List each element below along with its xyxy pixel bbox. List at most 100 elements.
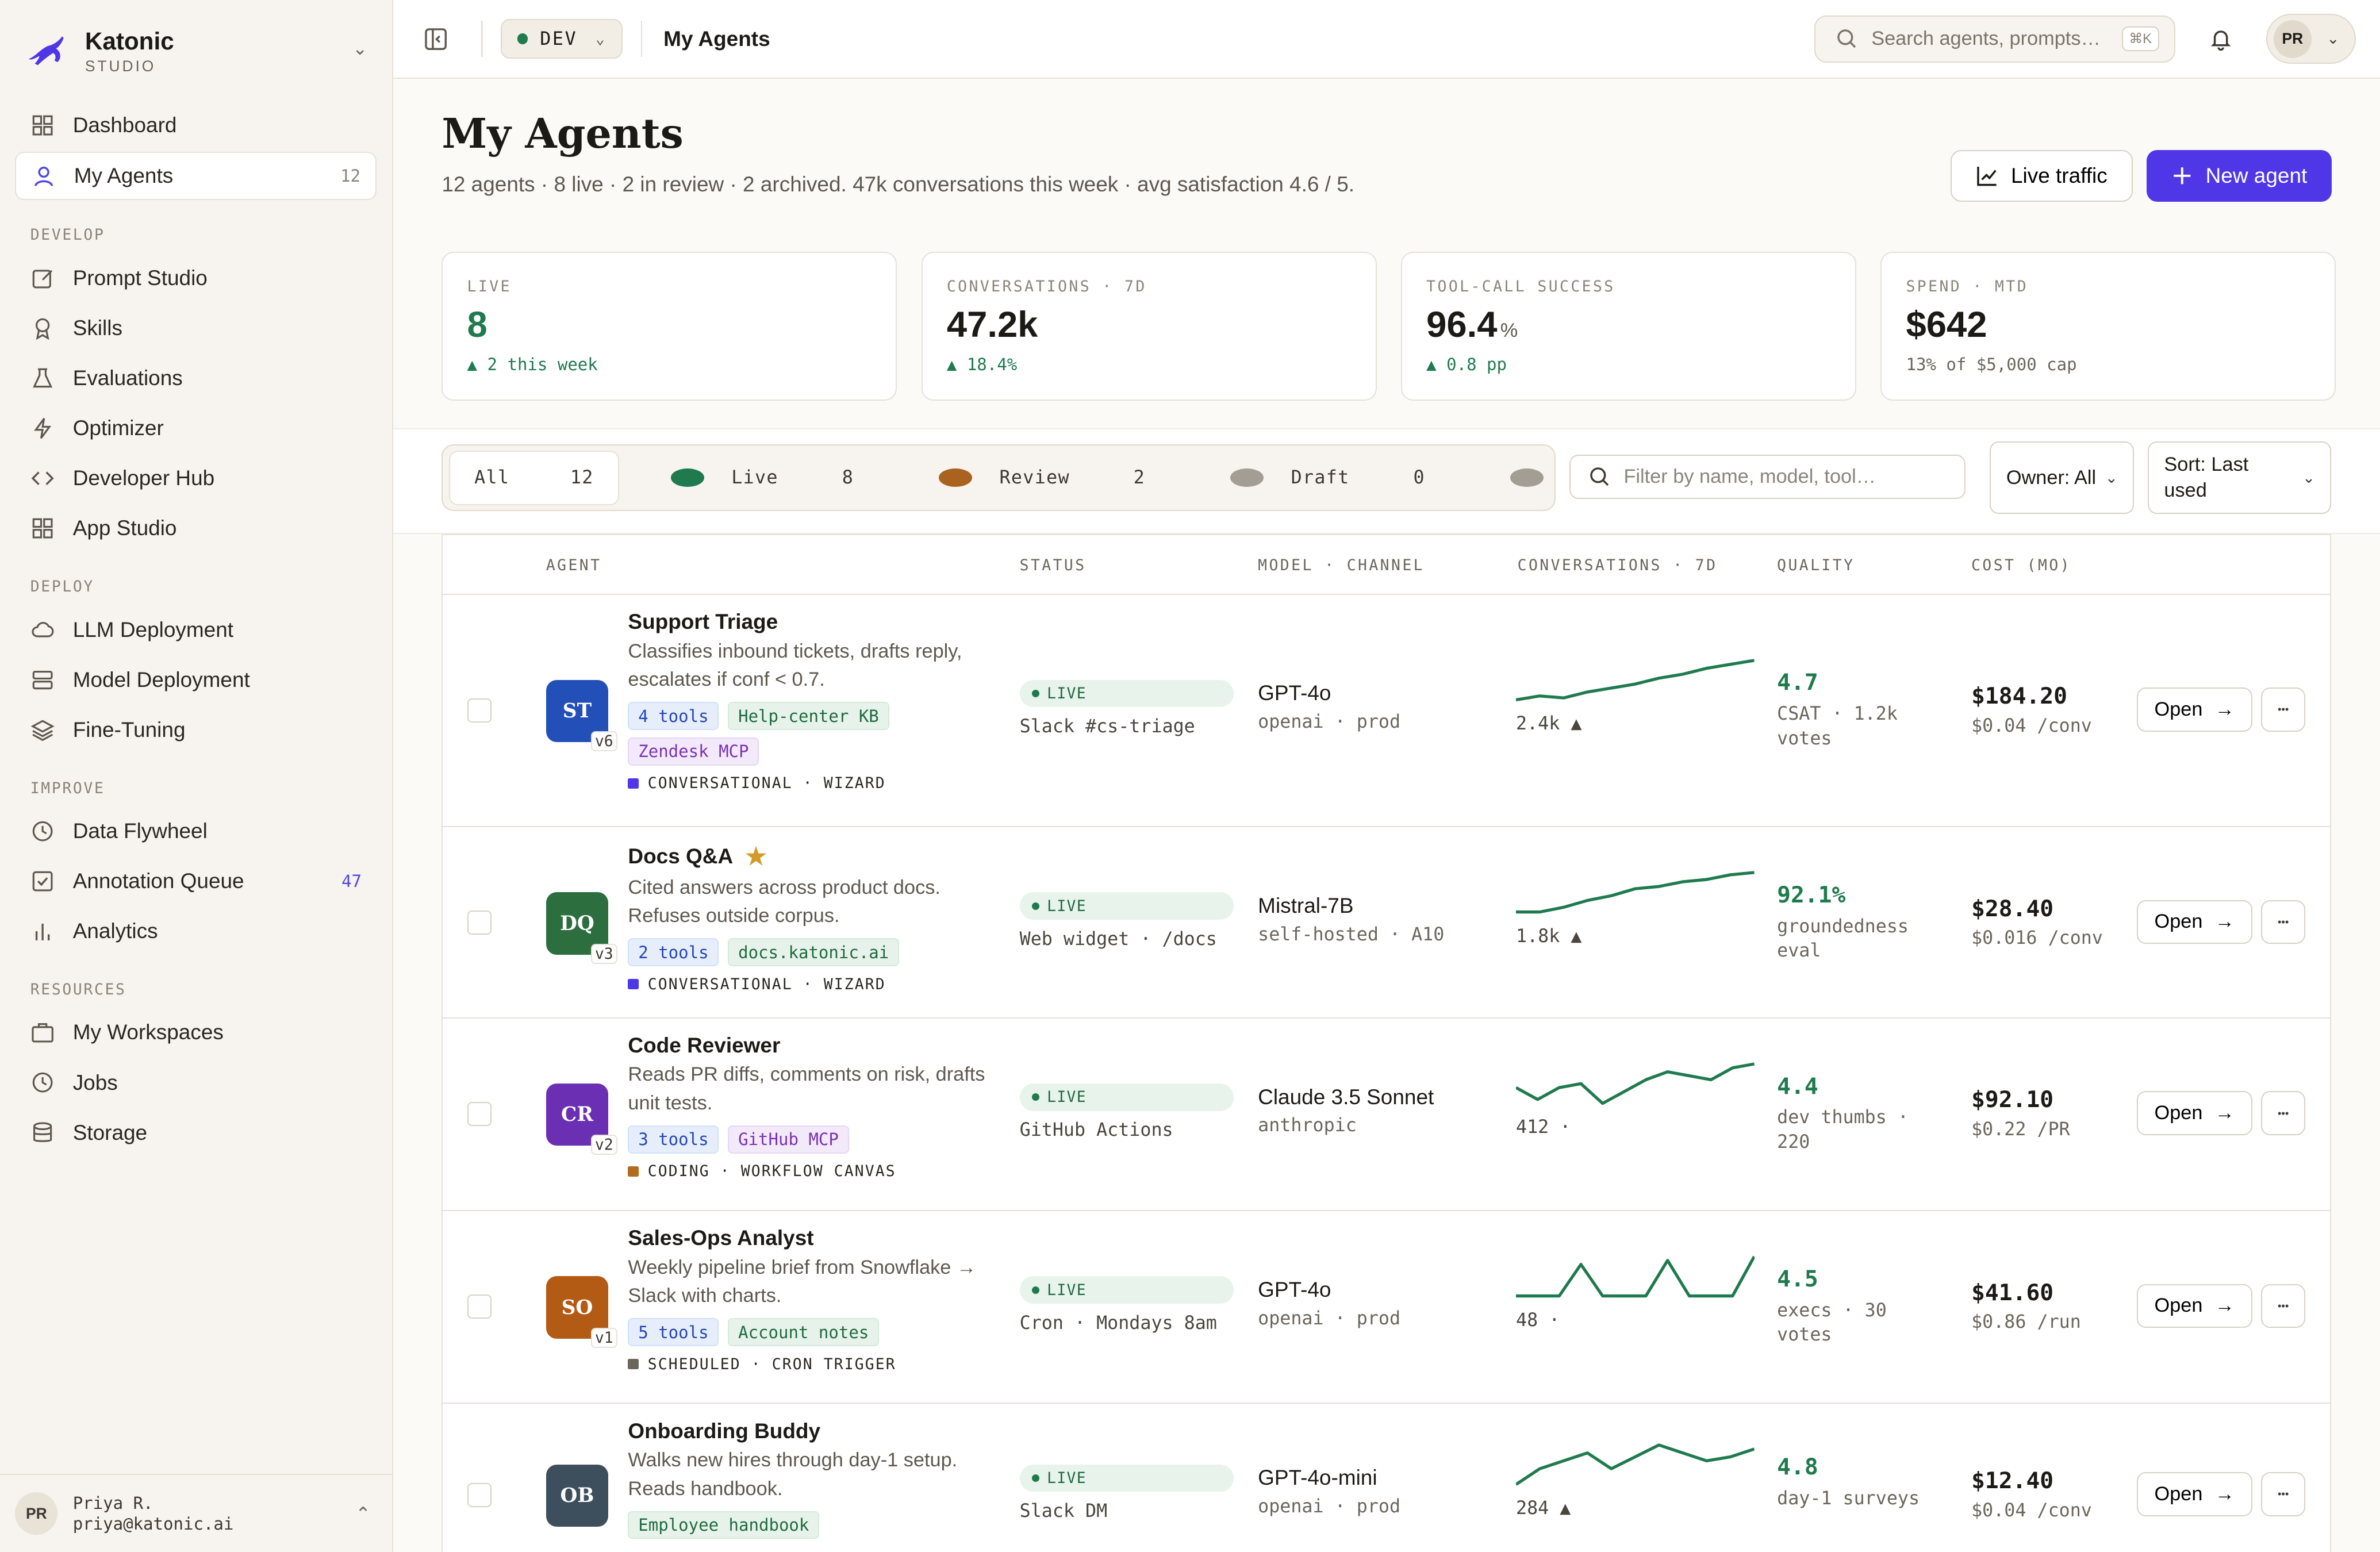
live-traffic-button[interactable]: Live traffic: [1951, 150, 2133, 202]
bolt-icon: [30, 416, 55, 440]
status-filter-draft[interactable]: Draft 0: [1169, 451, 1449, 505]
row-checkbox[interactable]: [467, 1101, 492, 1127]
status-filter-review[interactable]: Review 2: [878, 451, 1169, 505]
sidebar-item-data-flywheel[interactable]: Data Flywheel: [15, 806, 377, 856]
arrow-right-icon: →: [2214, 1102, 2235, 1124]
model-channel: GPT-4o openai · prod: [1258, 1278, 1400, 1329]
open-button[interactable]: Open →: [2136, 1091, 2252, 1135]
column-header-cost[interactable]: COST (MO): [1971, 556, 2071, 574]
more-options-button[interactable]: •••: [2261, 687, 2305, 732]
stat-delta: ▲ 0.8 pp: [1426, 355, 1507, 375]
sidebar-item-my-workspaces[interactable]: My Workspaces: [15, 1008, 377, 1058]
model-name: Claude 3.5 Sonnet: [1258, 1085, 1434, 1109]
bell-icon[interactable]: [2209, 27, 2233, 51]
star-icon[interactable]: ★: [745, 842, 767, 870]
owner-dropdown[interactable]: Owner: All ⌄: [1990, 441, 2135, 514]
sidebar-item-fine-tuning[interactable]: Fine-Tuning: [15, 705, 377, 755]
agent-info: Support Triage Classifies inbound tickets…: [628, 610, 1007, 792]
sparkline-chart: [1516, 1440, 1755, 1489]
profile-menu[interactable]: PR ⌄: [2266, 14, 2356, 64]
sidebar-item-prompt-studio[interactable]: Prompt Studio: [15, 253, 377, 303]
global-search[interactable]: Search agents, prompts… ⌘K: [1814, 15, 2175, 63]
new-agent-button[interactable]: New agent: [2146, 150, 2332, 202]
table-row[interactable]: OB Onboarding Buddy Walks new hires throug…: [443, 1404, 2330, 1552]
row-checkbox[interactable]: [467, 1482, 492, 1507]
status-filter-arch[interactable]: Arch: [1449, 451, 1554, 505]
arrow-right-icon: →: [2214, 698, 2235, 720]
line-chart-icon: [1977, 167, 1997, 186]
ellipsis-icon: •••: [2277, 1488, 2289, 1500]
conversations-sparkline: 412 ·: [1516, 1059, 1755, 1138]
open-button[interactable]: Open →: [2136, 687, 2252, 732]
sidebar-toggle-icon[interactable]: [424, 27, 448, 51]
model-provider: self-hosted · A10: [1258, 924, 1445, 945]
sidebar-item-model-deployment[interactable]: Model Deployment: [15, 655, 377, 705]
stat-delta: ▲ 2 this week: [467, 355, 598, 375]
sort-dropdown[interactable]: Sort: Last used ⌄: [2148, 441, 2332, 514]
sparkline-chart: [1516, 1059, 1755, 1108]
sidebar-item-evaluations[interactable]: Evaluations: [15, 353, 377, 403]
agent-name-text: Sales-Ops Analyst: [628, 1226, 814, 1250]
open-button[interactable]: Open →: [2136, 900, 2252, 944]
sidebar-item-skills[interactable]: Skills: [15, 303, 377, 353]
agent-avatar: DQ v3: [546, 892, 617, 964]
workspace-switcher[interactable]: Katonic STUDIO ⌄: [0, 0, 392, 79]
agent-name[interactable]: Sales-Ops Analyst: [628, 1226, 1007, 1250]
chevron-down-icon: ⌄: [352, 37, 368, 59]
conversations-sparkline: 1.8k ▲: [1516, 868, 1755, 947]
row-checkbox[interactable]: [467, 911, 492, 935]
more-options-button[interactable]: •••: [2261, 1472, 2305, 1516]
filter-bar: All 12 Live 8 Review 2 Draft 0 Arch Filter by na…: [393, 428, 2380, 535]
quality-source: dev thumbs · 220: [1777, 1107, 1909, 1153]
row-checkbox[interactable]: [467, 698, 492, 723]
status-filter-live[interactable]: Live 8: [619, 451, 878, 505]
user-menu[interactable]: PR Priya R. priya@katonic.ai ⌃: [0, 1473, 392, 1552]
sidebar-item-dashboard[interactable]: Dashboard: [15, 100, 377, 150]
chevron-down-icon: ⌄: [2105, 468, 2118, 486]
more-options-button[interactable]: •••: [2261, 1091, 2305, 1135]
open-button[interactable]: Open →: [2136, 1472, 2252, 1516]
agent-name[interactable]: Support Triage: [628, 610, 1007, 634]
column-header-conversations[interactable]: CONVERSATIONS · 7D: [1518, 556, 1718, 574]
environment-selector[interactable]: DEV ⌄: [501, 19, 623, 59]
agent-name[interactable]: Docs Q&A ★: [628, 842, 1007, 870]
agent-name[interactable]: Onboarding Buddy: [628, 1419, 1007, 1443]
column-header-quality[interactable]: QUALITY: [1777, 556, 1855, 574]
live-traffic-label: Live traffic: [2010, 164, 2108, 188]
column-header-model[interactable]: MODEL · CHANNEL: [1258, 556, 1425, 574]
open-label: Open: [2154, 1102, 2203, 1124]
filter-input[interactable]: Filter by name, model, tool…: [1569, 455, 1966, 499]
sidebar-item-jobs[interactable]: Jobs: [15, 1058, 377, 1108]
sidebar-item-developer-hub[interactable]: Developer Hub: [15, 454, 377, 504]
sidebar-item-storage[interactable]: Storage: [15, 1108, 377, 1158]
table-row[interactable]: SO v1 Sales-Ops Analyst Weekly pipeline bri…: [443, 1211, 2331, 1404]
column-header-agent[interactable]: AGENT: [546, 556, 602, 574]
status-dot: [1031, 1286, 1039, 1294]
more-options-button[interactable]: •••: [2261, 1284, 2305, 1328]
model-name: GPT-4o-mini: [1258, 1466, 1377, 1490]
sidebar-item-label: LLM Deployment: [72, 617, 234, 641]
table-row[interactable]: CR v2 Code Reviewer Reads PR diffs, comment…: [443, 1019, 2331, 1211]
sidebar-item-app-studio[interactable]: App Studio: [15, 504, 377, 554]
sidebar-item-annotation-queue[interactable]: Annotation Queue 47: [15, 856, 377, 906]
row-checkbox[interactable]: [467, 1294, 492, 1319]
sidebar-item-label: Model Deployment: [72, 667, 250, 692]
brand-subtitle: STUDIO: [85, 57, 156, 75]
table-row[interactable]: ST v6 Support Triage Classifies inbound tic…: [443, 595, 2331, 827]
table-row[interactable]: DQ v3 Docs Q&A ★ Cited answers across produc…: [443, 827, 2331, 1019]
user-email: priya@katonic.ai: [72, 1514, 234, 1534]
sidebar-item-analytics[interactable]: Analytics: [15, 906, 377, 956]
agent-kind: CONVERSATIONAL · WIZARD: [628, 975, 1007, 993]
status-filter-all[interactable]: All 12: [448, 450, 619, 505]
sidebar-item-my-agents[interactable]: My Agents 12: [15, 151, 377, 201]
column-header-status[interactable]: STATUS: [1020, 556, 1087, 574]
more-options-button[interactable]: •••: [2261, 900, 2305, 944]
sidebar-item-optimizer[interactable]: Optimizer: [15, 404, 377, 454]
cost-unit: $0.016 /conv: [1971, 928, 2103, 949]
sidebar-item-llm-deployment[interactable]: LLM Deployment: [15, 605, 377, 655]
agent-name[interactable]: Code Reviewer: [628, 1034, 1007, 1058]
agent-status: LIVE Web widget · /docs: [1019, 892, 1234, 950]
count-badge: 12: [340, 166, 361, 186]
open-button[interactable]: Open →: [2136, 1284, 2252, 1328]
tag: Zendesk MCP: [628, 737, 759, 766]
